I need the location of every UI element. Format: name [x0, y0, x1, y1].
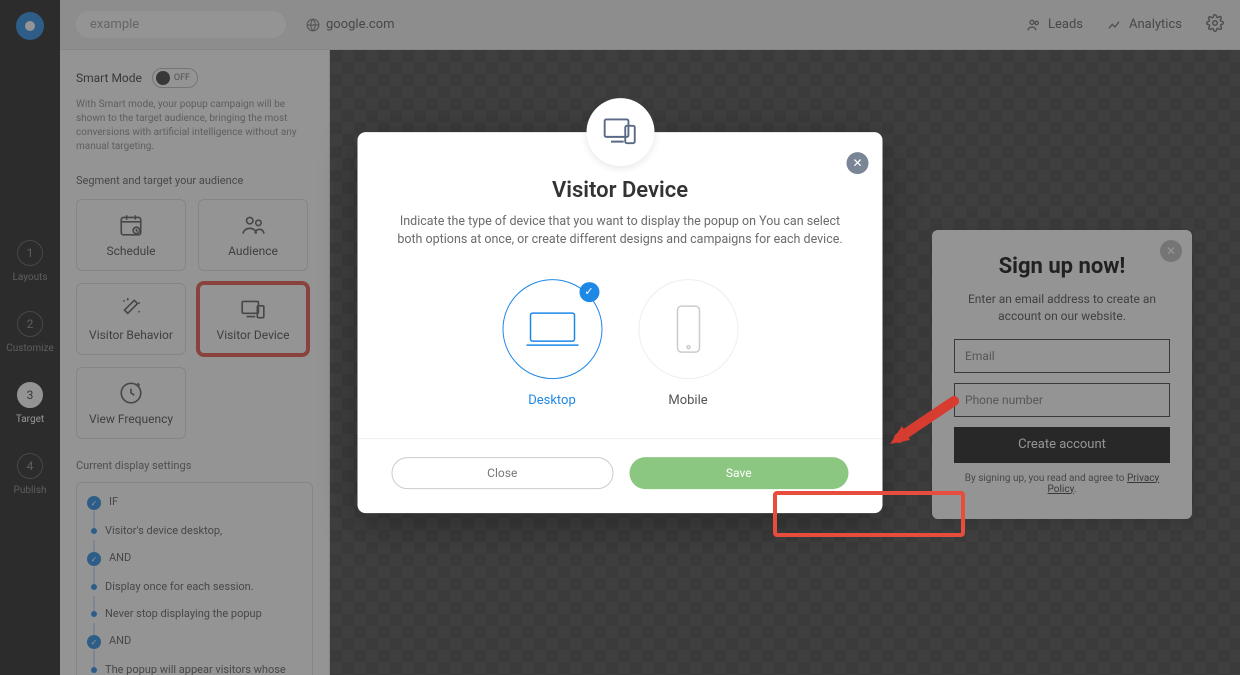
device-label: Desktop [528, 393, 576, 408]
modal-header-icon [586, 98, 654, 166]
annotation-arrow [884, 396, 964, 451]
devices-icon [601, 113, 639, 151]
visitor-device-modal: ✕ Visitor Device Indicate the type of de… [358, 132, 883, 513]
device-option-desktop[interactable]: ✓ Desktop [502, 279, 602, 408]
modal-save-action[interactable]: Save [629, 457, 849, 489]
modal-close-button[interactable]: ✕ [847, 152, 869, 174]
modal-close-action[interactable]: Close [392, 457, 614, 489]
mobile-icon [673, 304, 703, 354]
modal-description: Indicate the type of device that you wan… [392, 213, 849, 249]
desktop-icon [524, 309, 580, 349]
device-label: Mobile [668, 393, 707, 408]
modal-title: Visitor Device [392, 178, 849, 203]
check-icon: ✓ [579, 282, 599, 302]
device-option-mobile[interactable]: Mobile [638, 279, 738, 408]
